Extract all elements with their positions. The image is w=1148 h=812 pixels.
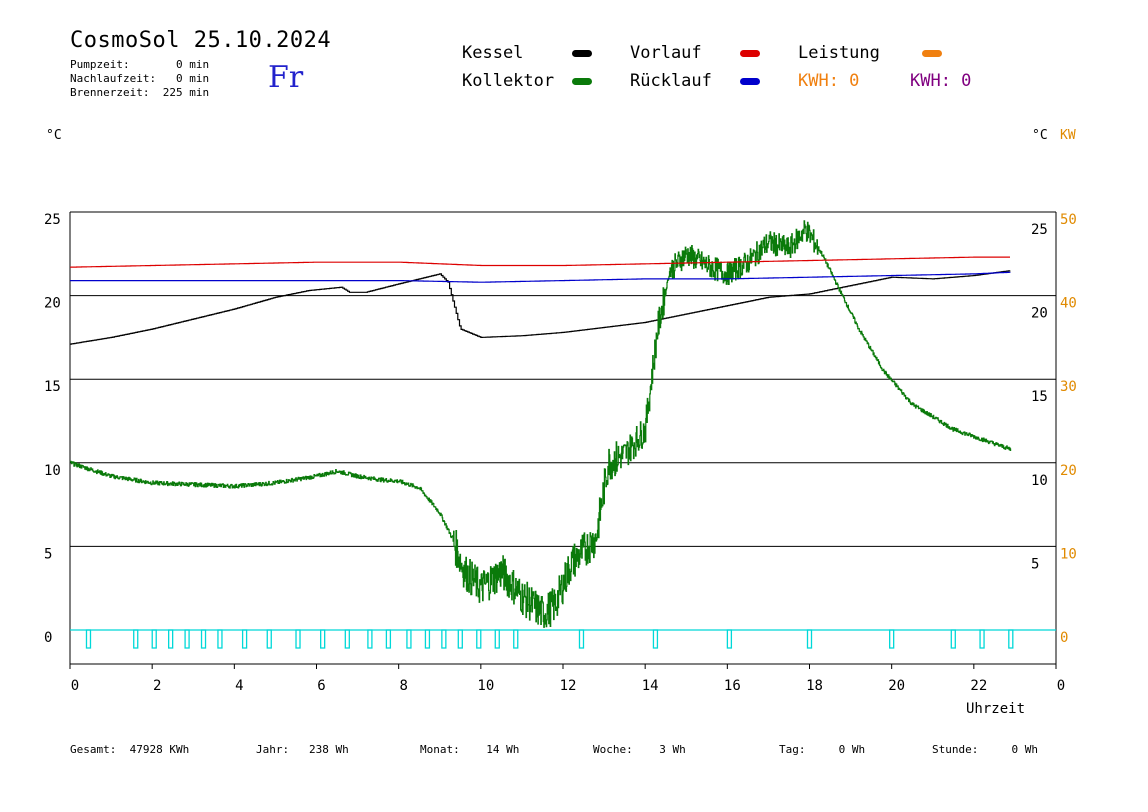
pump-pulse-0 xyxy=(85,629,92,649)
x-tick-11: 22 xyxy=(970,678,987,694)
y-tick-right-kw-10: 10 xyxy=(1060,546,1077,562)
footer-stunde: Stunde: 0 Wh xyxy=(932,743,1038,756)
pump-pulse-14 xyxy=(406,629,412,649)
pump-pulse-23 xyxy=(726,629,733,649)
y-tick-right-c-20: 20 xyxy=(1031,306,1048,322)
y-tick-right-kw-0: 0 xyxy=(1060,630,1068,646)
y-tick-right-kw-20: 20 xyxy=(1060,463,1077,479)
y-tick-left-15: 15 xyxy=(44,379,61,395)
pump-pulse-20 xyxy=(513,629,519,649)
footer-monat: Monat: 14 Wh xyxy=(420,743,520,756)
pump-pulse-17 xyxy=(457,629,463,649)
pump-pulse-11 xyxy=(344,629,350,649)
pump-pulse-9 xyxy=(295,629,301,649)
footer-tag: Tag: 0 Wh xyxy=(779,743,866,756)
pump-pulse-15 xyxy=(424,629,431,649)
y-tick-left-10: 10 xyxy=(44,463,61,479)
x-tick-7: 14 xyxy=(642,678,659,694)
footer-jahr: Jahr: 238 Wh xyxy=(256,743,349,756)
pump-pulse-2 xyxy=(151,629,157,649)
pump-pulse-16 xyxy=(441,629,447,649)
x-tick-0: 0 xyxy=(71,678,79,694)
pump-pulse-8 xyxy=(266,629,272,649)
x-axis-label: Uhrzeit xyxy=(966,701,1026,717)
x-tick-10: 20 xyxy=(888,678,905,694)
y-tick-left-25: 25 xyxy=(44,212,61,228)
x-tick-12: 0 xyxy=(1057,678,1065,694)
pump-pulse-5 xyxy=(200,629,207,649)
pump-pulse-13 xyxy=(385,629,392,649)
chart-series xyxy=(69,220,1012,628)
x-tick-2: 4 xyxy=(235,678,243,694)
pump-pulse-25 xyxy=(889,629,895,649)
y-tick-left-5: 5 xyxy=(44,546,52,562)
x-tick-9: 18 xyxy=(806,678,823,694)
pump-pulse-3 xyxy=(168,629,174,649)
pump-pulse-6 xyxy=(217,629,223,649)
pump-pulse-4 xyxy=(184,629,190,649)
pump-pulse-22 xyxy=(652,629,659,649)
footer-gesamt: Gesamt: 47928 KWh xyxy=(70,743,190,756)
pump-pulse-19 xyxy=(494,629,500,649)
footer-woche: Woche: 3 Wh xyxy=(593,743,686,756)
y-tick-left-0: 0 xyxy=(44,630,52,646)
y-tick-right-c-25: 25 xyxy=(1031,222,1048,238)
series-ruecklauf-line xyxy=(70,271,1011,283)
y-tick-right-c-5: 5 xyxy=(1031,556,1039,572)
y-tick-right-kw-50: 50 xyxy=(1060,212,1077,228)
y-tick-right-kw-40: 40 xyxy=(1060,296,1077,312)
series-vorlauf-line xyxy=(70,256,1010,268)
chart-ticks: 0 5 10 15 20 25 5 10 15 20 25 0 10 20 30 40 50 0 2 4 6 8 10 12 1… xyxy=(44,212,1077,694)
x-tick-6: 12 xyxy=(560,678,577,694)
pump-pulse-12 xyxy=(367,629,373,649)
pump-pulse-18 xyxy=(476,629,482,649)
pump-pulse-21 xyxy=(578,629,585,649)
y-tick-right-c-10: 10 xyxy=(1031,473,1048,489)
pump-pulse-27 xyxy=(979,629,985,649)
y-tick-right-kw-30: 30 xyxy=(1060,379,1077,395)
temperature-chart: 0 5 10 15 20 25 5 10 15 20 25 0 10 20 30 40 50 0 2 4 6 8 10 12 1… xyxy=(44,211,1077,694)
pump-pulse-10 xyxy=(320,629,326,649)
x-tick-5: 10 xyxy=(477,678,494,694)
y-tick-left-20: 20 xyxy=(44,296,61,312)
x-tick-8: 16 xyxy=(724,678,741,694)
y-tick-right-c-15: 15 xyxy=(1031,389,1048,405)
pump-pulse-1 xyxy=(133,629,139,649)
pump-pulse-24 xyxy=(806,629,813,649)
x-tick-4: 8 xyxy=(399,678,407,694)
pump-pulse-28 xyxy=(1008,629,1014,649)
x-tick-3: 6 xyxy=(317,678,325,694)
pump-pulse-26 xyxy=(950,629,956,649)
pump-pulse-7 xyxy=(241,629,248,649)
x-tick-1: 2 xyxy=(153,678,161,694)
pump-pulses xyxy=(70,629,1056,649)
